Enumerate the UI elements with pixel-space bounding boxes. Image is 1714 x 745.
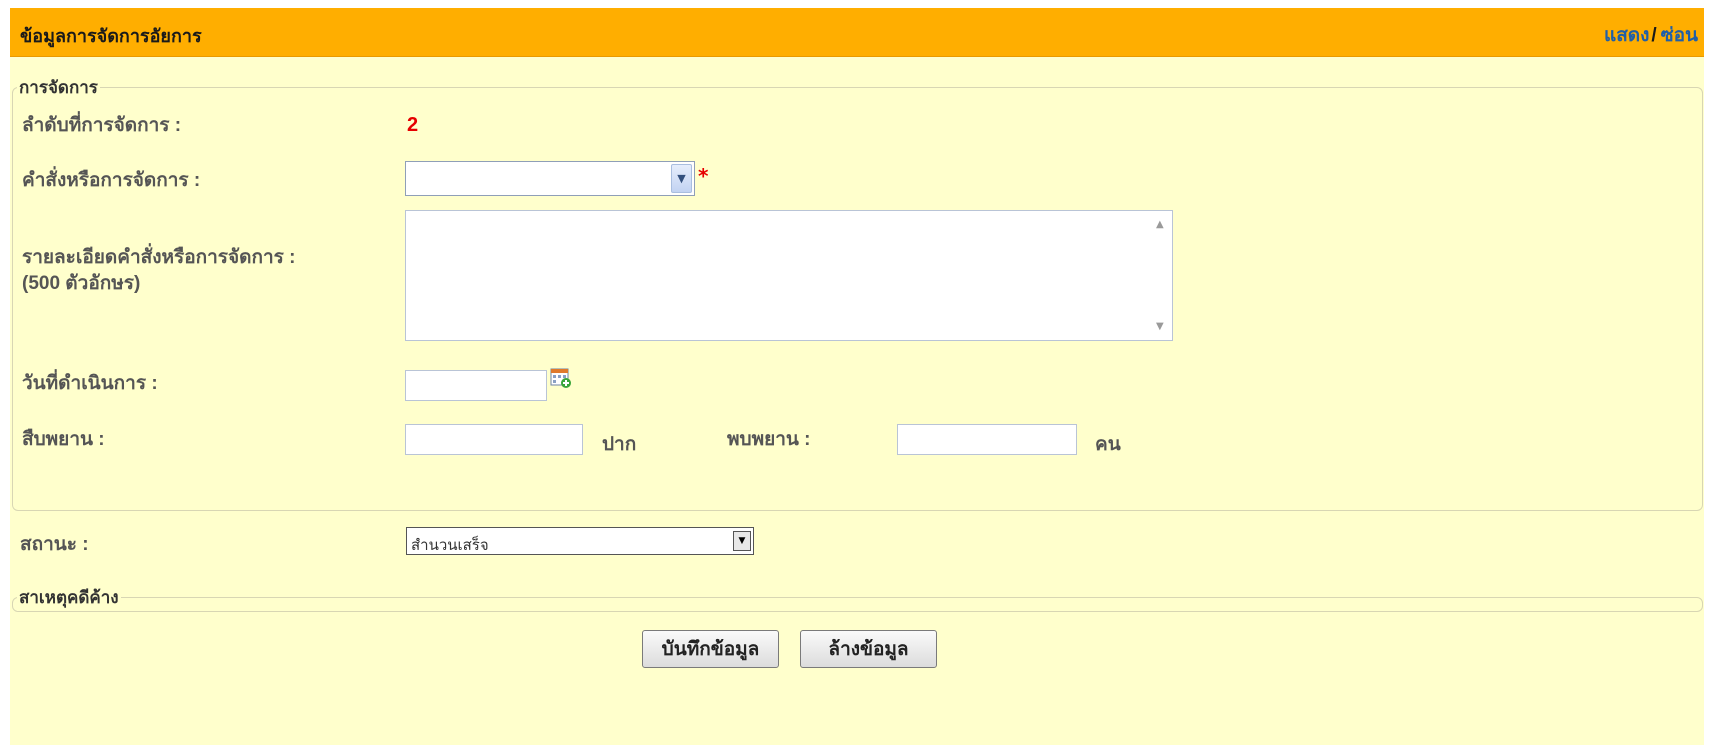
status-label: สถานะ : bbox=[20, 534, 89, 555]
date-input[interactable] bbox=[405, 370, 547, 401]
command-select[interactable]: ▼ bbox=[405, 161, 695, 196]
sequence-label: ลำดับที่การจัดการ : bbox=[22, 115, 182, 136]
panel-header: ข้อมูลการจัดการอัยการ แสดง / ซ่อน bbox=[10, 8, 1704, 57]
date-label: วันที่ดำเนินการ : bbox=[22, 373, 158, 394]
show-link[interactable]: แสดง bbox=[1604, 25, 1649, 46]
clear-button[interactable]: ล้างข้อมูล bbox=[800, 630, 937, 668]
pending-reason-fieldset: สาเหตุคดีค้าง bbox=[12, 584, 1703, 612]
save-button[interactable]: บันทึกข้อมูล bbox=[642, 630, 779, 668]
scroll-up-icon[interactable]: ▲ bbox=[1156, 219, 1164, 230]
textarea-scrollbar[interactable]: ▲ ▼ bbox=[1150, 211, 1172, 340]
witness-examine-unit: ปาก bbox=[602, 434, 637, 455]
show-hide-links: แสดง / ซ่อน bbox=[1604, 20, 1698, 50]
status-select[interactable]: สำนวนเสร็จ ▼ bbox=[406, 527, 754, 555]
sequence-value: 2 bbox=[407, 114, 419, 136]
witness-meet-unit: คน bbox=[1095, 434, 1121, 455]
detail-textarea[interactable]: ▲ ▼ bbox=[405, 210, 1173, 341]
witness-examine-input[interactable] bbox=[405, 424, 583, 455]
required-mark: * bbox=[698, 164, 709, 188]
prosecutor-management-panel: ข้อมูลการจัดการอัยการ แสดง / ซ่อน การจัดกา… bbox=[10, 8, 1704, 745]
command-label: คำสั่งหรือการจัดการ : bbox=[22, 170, 201, 191]
calendar-icon[interactable] bbox=[550, 367, 572, 389]
witness-meet-label: พบพยาน : bbox=[727, 429, 811, 450]
detail-label: รายละเอียดคำสั่งหรือการจัดการ : bbox=[22, 247, 296, 268]
witness-examine-label: สืบพยาน : bbox=[22, 429, 105, 450]
witness-meet-input[interactable] bbox=[897, 424, 1077, 455]
hide-link[interactable]: ซ่อน bbox=[1661, 25, 1698, 46]
management-legend: การจัดการ bbox=[19, 78, 98, 97]
page: ข้อมูลการจัดการอัยการ แสดง / ซ่อน การจัดกา… bbox=[0, 0, 1714, 745]
status-select-value: สำนวนเสร็จ bbox=[411, 537, 489, 554]
panel-title: ข้อมูลการจัดการอัยการ bbox=[20, 26, 202, 46]
pending-reason-legend: สาเหตุคดีค้าง bbox=[19, 588, 119, 607]
detail-label-limit: (500 ตัวอักษร) bbox=[22, 273, 141, 294]
scroll-down-icon[interactable]: ▼ bbox=[1156, 321, 1164, 332]
chevron-down-icon[interactable]: ▼ bbox=[733, 531, 751, 551]
chevron-down-icon[interactable]: ▼ bbox=[671, 164, 692, 193]
link-separator: / bbox=[1651, 25, 1657, 46]
